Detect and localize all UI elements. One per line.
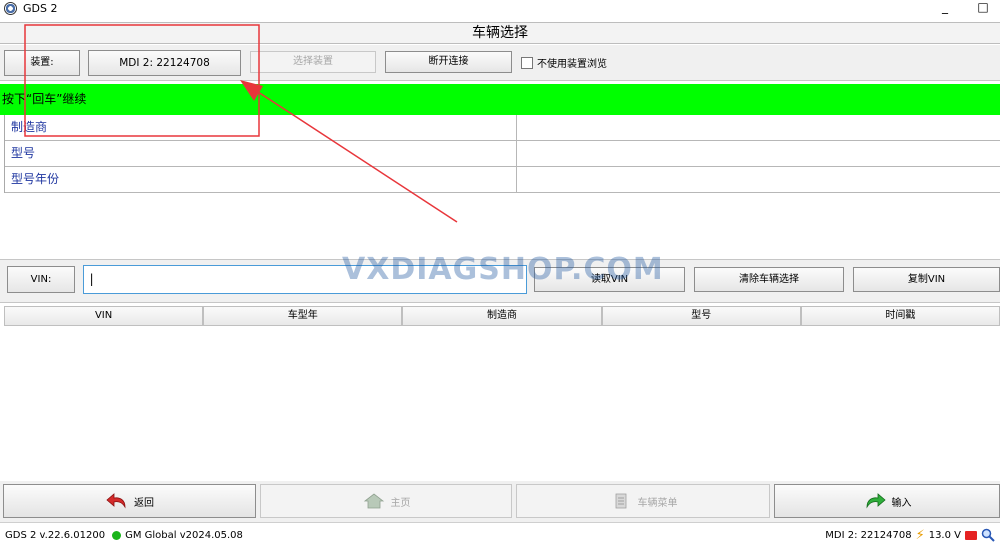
manufacturer-label: 制造商 (11, 120, 48, 134)
navigation-bar: 返回 主页 车辆菜单 输入 (0, 481, 1000, 522)
manufacturer-value[interactable] (516, 115, 1000, 140)
model-year-value[interactable] (516, 167, 1000, 192)
disconnect-button[interactable]: 断开连接 (385, 51, 512, 73)
vehicle-row-model[interactable]: 型号 (5, 141, 1000, 167)
home-button[interactable]: 主页 (260, 484, 512, 518)
battery-voltage: 13.0 V (928, 529, 961, 541)
forward-arrow-icon (866, 493, 886, 509)
no-device-browse-checkbox[interactable] (521, 56, 533, 69)
vehicle-row-manufacturer[interactable]: 制造商 (5, 115, 1000, 141)
empty-area (0, 193, 1000, 260)
watermark: VXDIAGSHOP.COM (342, 252, 664, 287)
copy-vin-button[interactable]: 复制VIN (853, 267, 1000, 292)
column-model-year[interactable]: 车型年 (203, 306, 403, 326)
vin-label: VIN: (7, 266, 75, 293)
vehicle-info-table: 制造商 型号 型号年份 (4, 115, 1000, 193)
gds-app-icon (4, 2, 17, 15)
model-value[interactable] (516, 141, 1000, 166)
column-vin[interactable]: VIN (4, 306, 204, 326)
vehicle-menu-button[interactable]: 车辆菜单 (516, 484, 770, 518)
status-device: MDI 2: 22124708 (825, 529, 912, 541)
window-title: GDS 2 (23, 2, 58, 15)
mail-icon[interactable] (965, 530, 977, 540)
input-label: 输入 (891, 497, 912, 509)
no-device-browse-option[interactable]: 不使用装置浏览 (521, 55, 607, 70)
page-title: 车辆选择 (0, 22, 1000, 44)
device-value: MDI 2: 22124708 (88, 50, 241, 76)
device-label: 装置: (4, 50, 80, 76)
maximize-icon[interactable]: □ (966, 0, 1000, 17)
model-year-label: 型号年份 (11, 172, 60, 186)
gds-version: GDS 2 v.22.6.01200 (5, 529, 106, 541)
back-label: 返回 (134, 497, 154, 509)
minimize-icon[interactable]: _ (928, 0, 962, 17)
device-toolbar: 装置: MDI 2: 22124708 选择装置 断开连接 不使用装置浏览 (0, 45, 1000, 81)
battery-bolt-icon: ⚡ (915, 527, 925, 543)
column-timestamp[interactable]: 时间戳 (800, 306, 1000, 326)
column-manufacturer[interactable]: 制造商 (402, 306, 602, 326)
home-label: 主页 (390, 497, 411, 509)
connection-status-icon (112, 530, 122, 540)
status-bar: GDS 2 v.22.6.01200 GM Global v2024.05.08… (0, 522, 1000, 547)
input-button[interactable]: 输入 (774, 484, 1000, 518)
vin-history-list[interactable]: VIN 车型年 制造商 型号 时间戳 (0, 302, 1000, 480)
select-device-button[interactable]: 选择装置 (250, 51, 376, 73)
back-arrow-icon (106, 493, 126, 509)
column-model[interactable]: 型号 (601, 306, 801, 326)
model-label: 型号 (11, 146, 36, 160)
no-device-browse-label: 不使用装置浏览 (537, 59, 607, 70)
magnifier-icon[interactable] (981, 528, 995, 542)
vehicle-menu-icon (615, 493, 626, 509)
title-bar: GDS 2 _ □ (0, 0, 1000, 17)
clear-vehicle-selection-button[interactable]: 清除车辆选择 (694, 267, 844, 292)
list-header: VIN 车型年 制造商 型号 时间戳 (4, 306, 1000, 326)
vehicle-menu-label: 车辆菜单 (637, 497, 678, 509)
gm-global-version: GM Global v2024.05.08 (125, 529, 243, 541)
back-button[interactable]: 返回 (3, 484, 256, 518)
continue-banner: 按下“回车”继续 (0, 84, 1000, 115)
vehicle-row-model-year[interactable]: 型号年份 (5, 167, 1000, 193)
home-icon (363, 493, 384, 509)
